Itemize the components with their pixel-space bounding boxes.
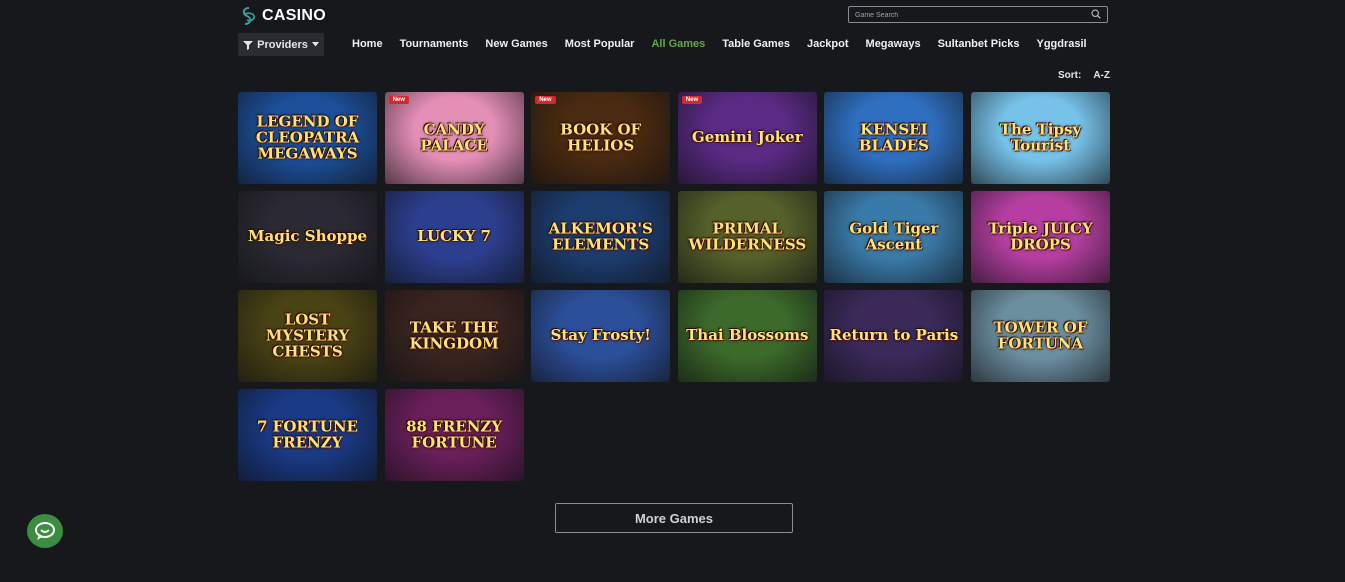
- game-title: BOOK OF HELIOS: [560, 120, 642, 154]
- game-tile[interactable]: Magic Shoppe: [238, 191, 377, 283]
- brand[interactable]: CASINO: [238, 6, 326, 26]
- brand-title: CASINO: [262, 7, 327, 24]
- nav-link-yggdrasil[interactable]: Yggdrasil: [1036, 38, 1086, 50]
- game-tile[interactable]: Thai Blossoms: [677, 290, 817, 382]
- game-title: LOST MYSTERY CHESTS: [265, 310, 350, 360]
- game-title: 88 FRENZY FORTUNE: [406, 417, 503, 451]
- game-title: 7 FORTUNE FRENZY: [257, 417, 358, 451]
- new-badge: New: [535, 96, 556, 104]
- game-tile[interactable]: TOWER OF FORTUNA: [970, 290, 1110, 382]
- sort-control[interactable]: Sort: A-Z: [1058, 70, 1110, 81]
- game-title: LEGEND OF CLEOPATRA MEGAWAYS: [255, 112, 360, 162]
- game-grid: LEGEND OF CLEOPATRA MEGAWAYS CANDY PALACE…: [238, 92, 1110, 481]
- game-title: Triple JUICY DROPS: [988, 219, 1093, 253]
- game-title: LUCKY 7: [417, 227, 491, 246]
- game-tile[interactable]: LUCKY 7: [384, 191, 524, 283]
- nav-link-tournaments[interactable]: Tournaments: [400, 38, 469, 50]
- sort-value[interactable]: A-Z: [1093, 70, 1110, 81]
- main-nav: Home Tournaments New Games Most Popular All …: [352, 38, 1104, 50]
- casino-logo-icon: [242, 7, 255, 25]
- more-games-button[interactable]: More Games: [555, 503, 793, 533]
- game-tile[interactable]: PRIMAL WILDERNESS: [677, 191, 817, 283]
- search-input[interactable]: [853, 7, 1087, 24]
- game-tile[interactable]: KENSEI BLADES: [824, 92, 964, 184]
- filter-icon: [243, 40, 254, 50]
- game-title: TAKE THE KINGDOM: [409, 318, 499, 352]
- new-badge: New: [388, 96, 409, 104]
- game-tile[interactable]: BOOK OF HELIOS New: [531, 92, 671, 184]
- search-box[interactable]: [848, 6, 1108, 24]
- game-title: Stay Frosty!: [550, 326, 651, 345]
- game-title: ALKEMOR'S ELEMENTS: [548, 219, 653, 253]
- game-title: Gold Tiger Ascent: [849, 219, 939, 253]
- game-title: KENSEI BLADES: [858, 120, 929, 154]
- game-title: Thai Blossoms: [686, 326, 809, 345]
- nav-link-home[interactable]: Home: [352, 38, 383, 50]
- game-tile[interactable]: Stay Frosty!: [531, 290, 671, 382]
- game-title: CANDY PALACE: [420, 120, 488, 154]
- nav-link-all-games[interactable]: All Games: [651, 38, 705, 50]
- chat-button[interactable]: [27, 514, 63, 548]
- chevron-down-icon: [311, 42, 319, 47]
- game-tile[interactable]: The Tipsy Tourist: [970, 92, 1110, 184]
- game-tile[interactable]: Triple JUICY DROPS: [970, 191, 1110, 283]
- game-title: The Tipsy Tourist: [999, 120, 1082, 154]
- game-tile[interactable]: ALKEMOR'S ELEMENTS: [531, 191, 671, 283]
- nav-link-new-games[interactable]: New Games: [485, 38, 547, 50]
- providers-button[interactable]: Providers: [238, 33, 324, 56]
- game-title: Magic Shoppe: [247, 227, 368, 246]
- game-title: TOWER OF FORTUNA: [993, 318, 1088, 352]
- nav-link-most-popular[interactable]: Most Popular: [565, 38, 635, 50]
- game-tile[interactable]: LEGEND OF CLEOPATRA MEGAWAYS: [238, 92, 377, 184]
- nav-link-megaways[interactable]: Megaways: [866, 38, 921, 50]
- nav-link-jackpot[interactable]: Jackpot: [807, 38, 849, 50]
- sort-label: Sort:: [1057, 70, 1082, 81]
- chat-icon: [35, 522, 55, 540]
- new-badge: New: [681, 96, 703, 104]
- game-tile[interactable]: LOST MYSTERY CHESTS: [238, 290, 377, 382]
- search-icon[interactable]: [1091, 9, 1101, 19]
- game-tile[interactable]: 88 FRENZY FORTUNE: [384, 389, 524, 481]
- nav-link-sultanbet-picks[interactable]: Sultanbet Picks: [938, 38, 1020, 50]
- game-title: Return to Paris: [829, 326, 959, 345]
- game-tile[interactable]: TAKE THE KINGDOM: [384, 290, 524, 382]
- game-tile[interactable]: 7 FORTUNE FRENZY: [238, 389, 377, 481]
- game-title: Gemini Joker: [691, 128, 803, 147]
- providers-label: Providers: [257, 38, 308, 51]
- game-tile[interactable]: Gold Tiger Ascent: [824, 191, 964, 283]
- nav-link-table-games[interactable]: Table Games: [722, 38, 790, 50]
- game-title: PRIMAL WILDERNESS: [688, 219, 807, 253]
- game-tile[interactable]: CANDY PALACE New: [384, 92, 524, 184]
- game-tile[interactable]: Gemini Joker New: [677, 92, 817, 184]
- game-tile[interactable]: Return to Paris: [824, 290, 964, 382]
